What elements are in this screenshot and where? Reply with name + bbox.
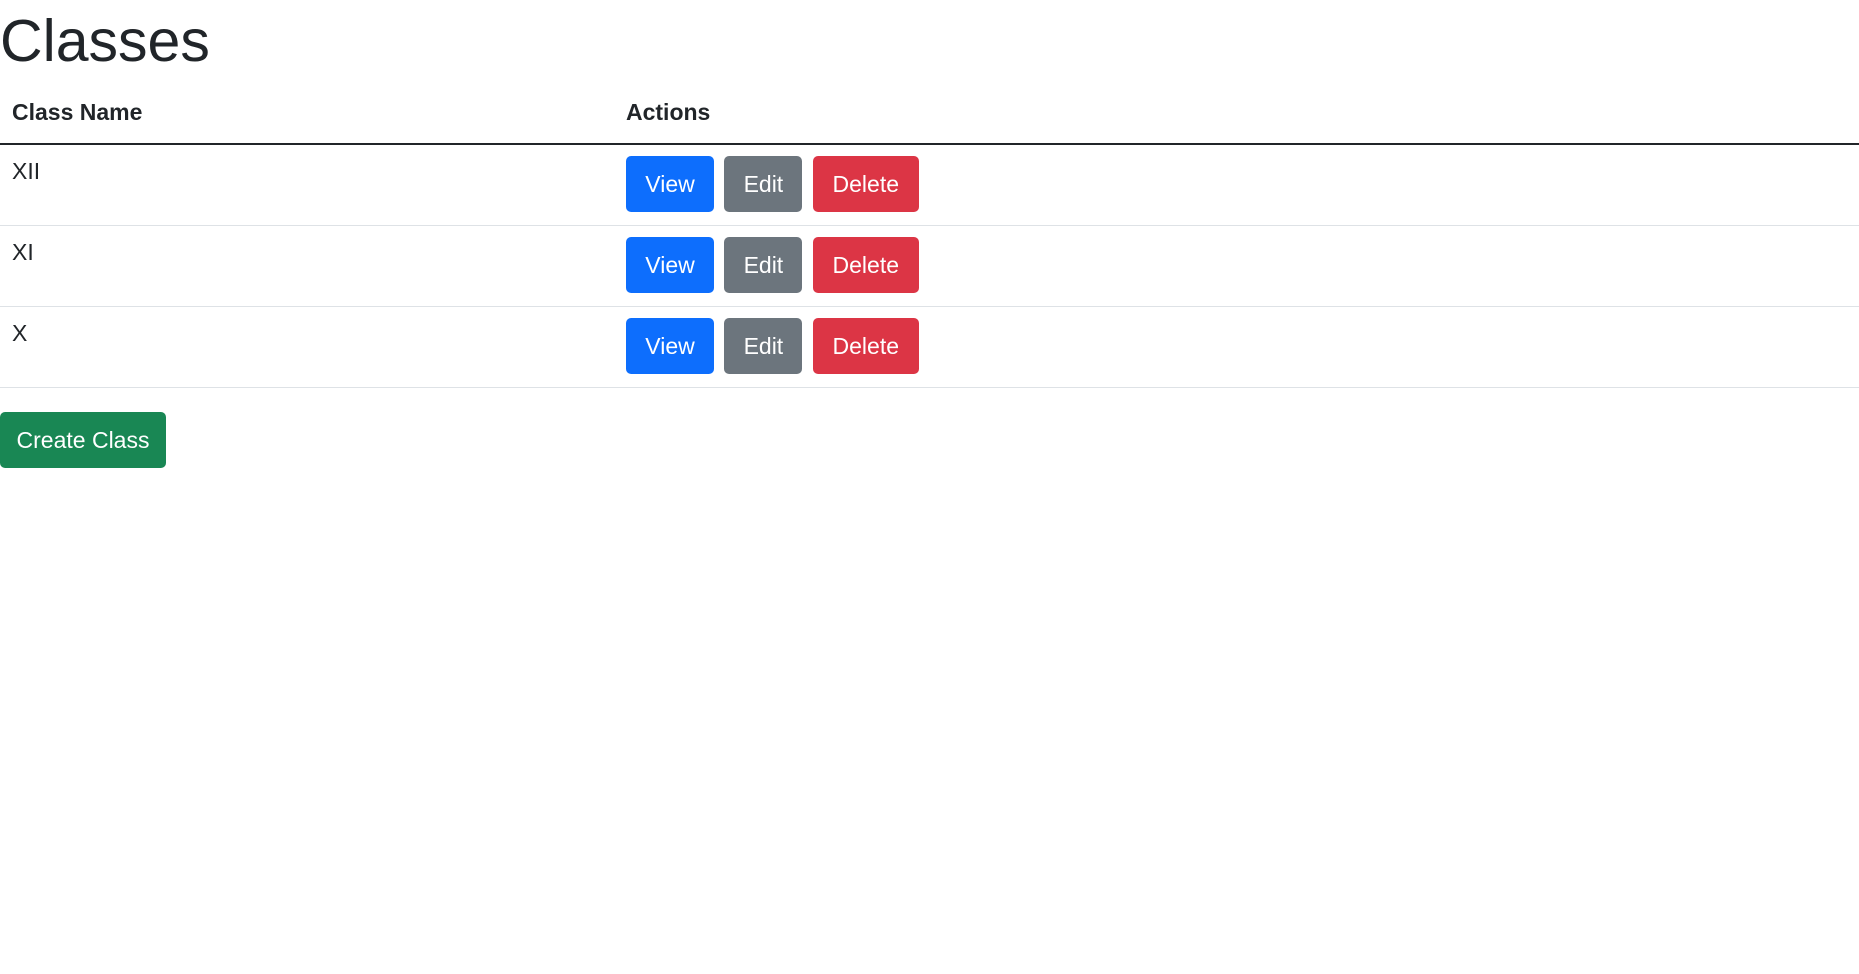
class-name-cell: XII: [0, 144, 614, 226]
view-button[interactable]: View: [626, 156, 714, 212]
view-button[interactable]: View: [626, 317, 714, 374]
actions-cell: View Edit Delete: [614, 306, 1859, 388]
page-title: Classes: [0, 8, 210, 74]
edit-button[interactable]: Edit: [724, 156, 803, 212]
classes-table: Class Name Actions XII View Edit Delete …: [0, 82, 1859, 388]
edit-button[interactable]: Edit: [724, 317, 803, 374]
delete-button[interactable]: Delete: [812, 236, 919, 293]
create-class-button[interactable]: Create Class: [0, 411, 166, 468]
class-name-cell: XI: [0, 225, 614, 307]
table-header-row: Class Name Actions: [0, 82, 1859, 145]
delete-button[interactable]: Delete: [812, 317, 919, 374]
table-row: XII View Edit Delete: [0, 144, 1859, 226]
table-row: X View Edit Delete: [0, 306, 1859, 388]
column-header-class-name: Class Name: [0, 82, 614, 145]
view-button[interactable]: View: [626, 236, 714, 293]
edit-button[interactable]: Edit: [724, 236, 803, 293]
class-name-cell: X: [0, 306, 614, 388]
actions-cell: View Edit Delete: [614, 144, 1859, 226]
column-header-actions: Actions: [614, 82, 1859, 145]
actions-cell: View Edit Delete: [614, 225, 1859, 307]
page: Classes Class Name Actions XII View Edit…: [0, 0, 1859, 974]
table-row: XI View Edit Delete: [0, 225, 1859, 307]
delete-button[interactable]: Delete: [812, 156, 919, 212]
